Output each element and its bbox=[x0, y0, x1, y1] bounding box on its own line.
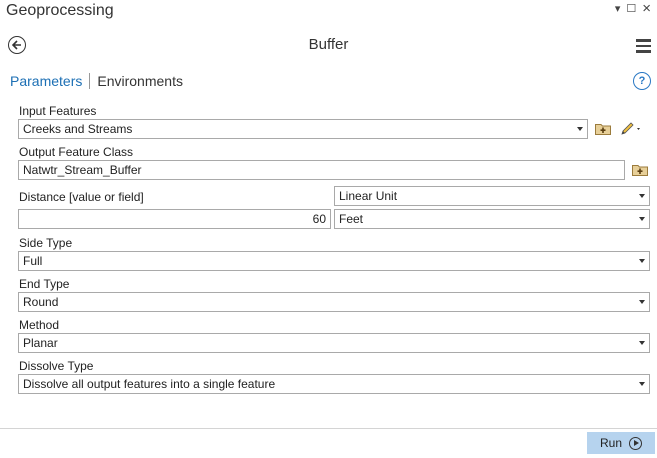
tab-environments[interactable]: Environments bbox=[97, 73, 183, 89]
dissolve-type-dropdown[interactable]: Dissolve all output features into a sing… bbox=[18, 374, 650, 394]
tool-title: Buffer bbox=[308, 36, 349, 53]
close-icon[interactable]: × bbox=[642, 1, 651, 16]
chevron-down-icon bbox=[639, 341, 645, 345]
input-features-dropdown[interactable]: Creeks and Streams bbox=[18, 119, 588, 139]
tab-divider bbox=[89, 73, 91, 89]
distance-unit-dropdown[interactable]: Feet bbox=[334, 209, 650, 229]
end-type-dropdown[interactable]: Round bbox=[18, 292, 650, 312]
chevron-down-icon bbox=[639, 194, 645, 198]
output-feature-class-label: Output Feature Class bbox=[19, 145, 134, 159]
distance-label: Distance [value or field] bbox=[19, 190, 144, 204]
input-features-label: Input Features bbox=[19, 104, 97, 118]
tool-tabs: Parameters Environments bbox=[10, 73, 183, 89]
distance-unit-value: Feet bbox=[339, 212, 364, 226]
output-feature-class-input[interactable]: Natwtr_Stream_Buffer bbox=[18, 160, 625, 180]
restore-icon[interactable]: ☐ bbox=[626, 3, 636, 15]
browse-folder-icon[interactable] bbox=[632, 164, 648, 176]
tool-footer: Run bbox=[0, 428, 657, 458]
chevron-down-icon bbox=[639, 382, 645, 386]
method-label: Method bbox=[19, 318, 60, 332]
tab-parameters[interactable]: Parameters bbox=[10, 73, 82, 89]
dissolve-type-label: Dissolve Type bbox=[19, 359, 94, 373]
run-label: Run bbox=[599, 436, 622, 450]
pane-options-icon[interactable]: ▾ bbox=[615, 3, 621, 15]
distance-value-input[interactable]: 60 bbox=[18, 209, 331, 229]
input-features-value: Creeks and Streams bbox=[23, 122, 133, 136]
chevron-down-icon bbox=[639, 217, 645, 221]
play-icon bbox=[629, 436, 642, 450]
end-type-label: End Type bbox=[19, 277, 70, 291]
end-type-value: Round bbox=[23, 295, 59, 309]
side-type-label: Side Type bbox=[19, 236, 73, 250]
distance-mode-dropdown[interactable]: Linear Unit bbox=[334, 186, 650, 206]
dissolve-type-value: Dissolve all output features into a sing… bbox=[23, 377, 276, 391]
chevron-down-icon bbox=[639, 300, 645, 304]
menu-icon[interactable] bbox=[636, 39, 651, 56]
pane-title: Geoprocessing bbox=[6, 2, 114, 19]
create-features-icon[interactable] bbox=[620, 122, 644, 136]
help-icon[interactable]: ? bbox=[633, 72, 651, 90]
distance-value: 60 bbox=[312, 212, 326, 226]
side-type-value: Full bbox=[23, 254, 43, 268]
chevron-down-icon bbox=[639, 259, 645, 263]
output-feature-class-value: Natwtr_Stream_Buffer bbox=[23, 163, 142, 177]
side-type-dropdown[interactable]: Full bbox=[18, 251, 650, 271]
window-controls: ▾ ☐ × bbox=[615, 1, 651, 16]
distance-mode-value: Linear Unit bbox=[339, 189, 398, 203]
run-button[interactable]: Run bbox=[587, 432, 655, 454]
method-value: Planar bbox=[23, 336, 58, 350]
method-dropdown[interactable]: Planar bbox=[18, 333, 650, 353]
browse-folder-icon[interactable] bbox=[595, 123, 611, 135]
chevron-down-icon bbox=[577, 127, 583, 131]
